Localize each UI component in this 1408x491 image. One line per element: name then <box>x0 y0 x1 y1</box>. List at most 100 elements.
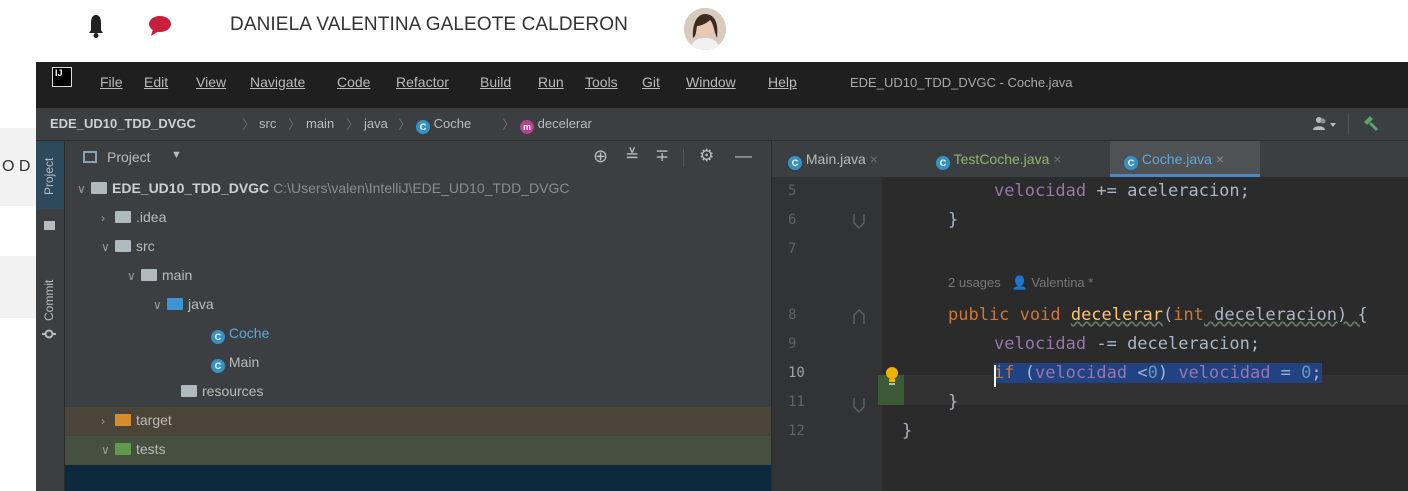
menu-file[interactable]: File <box>100 74 123 90</box>
code-token: if <box>994 363 1015 383</box>
user-name[interactable]: DANIELA VALENTINA GALEOTE CALDERON <box>230 14 628 36</box>
code-line-6: } <box>948 210 959 230</box>
bell-icon[interactable] <box>88 13 104 39</box>
menu-navigate[interactable]: Navigate <box>250 74 305 90</box>
chat-icon[interactable] <box>148 15 172 37</box>
tool-tab-project[interactable]: Project <box>42 158 56 195</box>
code-token: = <box>1270 363 1302 383</box>
breadcrumb-class[interactable]: C Coche <box>416 116 471 134</box>
person-icon: 👤 <box>1011 275 1028 290</box>
window-title: EDE_UD10_TDD_DVGC - Coche.java <box>850 75 1073 90</box>
code-token: ( <box>1014 363 1035 383</box>
tab-main-java[interactable]: C Main.java × <box>772 141 920 177</box>
expand-all-icon[interactable]: ≚ <box>625 146 639 166</box>
folder-icon <box>115 211 131 223</box>
tree-row-target[interactable]: › target <box>65 407 771 436</box>
tree-row-java[interactable]: ∨ java <box>65 291 771 320</box>
code-token: -= deceleracion; <box>1086 334 1261 354</box>
menu-window[interactable]: Window <box>686 74 736 90</box>
menu-run[interactable]: Run <box>538 74 564 90</box>
breadcrumb-separator: 〉 <box>242 117 256 132</box>
code-token: += aceleracion; <box>1086 181 1250 201</box>
tree-row-project[interactable]: ∨ EDE_UD10_TDD_DVGC C:\Users\valen\Intell… <box>65 175 771 204</box>
tab-coche-java[interactable]: C Coche.java × <box>1110 141 1260 177</box>
menu-git[interactable]: Git <box>642 74 660 90</box>
code-token: < <box>1127 363 1148 383</box>
line-number: 9 <box>788 336 797 352</box>
tree-row-selected[interactable] <box>65 465 771 491</box>
class-icon: C <box>1124 156 1138 170</box>
menu-edit[interactable]: Edit <box>144 74 168 90</box>
locate-icon[interactable]: ⊕ <box>593 146 608 167</box>
commit-icon <box>42 329 56 339</box>
code-token: deceleracion) { <box>1203 305 1368 325</box>
breadcrumb-separator: 〉 <box>288 117 302 132</box>
line-number: 12 <box>788 423 805 439</box>
gear-icon[interactable]: ⚙ <box>699 146 714 166</box>
code-token: public void <box>948 305 1071 325</box>
chevron-down-icon[interactable]: ∨ <box>153 298 167 312</box>
breadcrumb-method[interactable]: m decelerar <box>520 116 592 134</box>
menu-bar: IJ File Edit View Navigate Code Refactor… <box>36 62 1408 108</box>
tree-row-resources[interactable]: resources <box>65 378 771 407</box>
tab-coche-java-label: Coche.java <box>1141 151 1212 167</box>
breadcrumb-project[interactable]: EDE_UD10_TDD_DVGC <box>50 116 196 131</box>
toolbar-divider <box>1348 114 1349 134</box>
tree-row-main[interactable]: ∨ main <box>65 262 771 291</box>
tab-testcoche-java[interactable]: C TestCoche.java × <box>920 141 1110 177</box>
tree-target-label: target <box>136 412 172 428</box>
page-side-panel <box>0 256 36 318</box>
chevron-down-icon[interactable]: ∨ <box>77 182 91 196</box>
user-dropdown-icon[interactable] <box>1312 116 1340 132</box>
close-icon[interactable]: × <box>870 151 878 167</box>
folder-icon <box>141 269 157 281</box>
usage-hint[interactable]: 2 usages 👤 Valentina * <box>948 275 1093 291</box>
avatar[interactable] <box>684 8 726 50</box>
line-number: 8 <box>788 307 797 323</box>
build-hammer-icon[interactable] <box>1360 114 1380 134</box>
tree-row-src[interactable]: ∨ src <box>65 233 771 262</box>
menu-build[interactable]: Build <box>480 74 511 90</box>
fold-icon[interactable] <box>852 213 866 229</box>
breadcrumb-src[interactable]: src <box>259 116 276 131</box>
close-icon[interactable]: × <box>1216 151 1224 167</box>
code-editor[interactable]: C Main.java × C TestCoche.java × C Coche… <box>772 141 1408 491</box>
tree-row-main-class[interactable]: C Main <box>65 349 771 378</box>
folder-icon <box>115 240 131 252</box>
minimize-icon[interactable]: — <box>735 146 752 166</box>
tree-tests-label: tests <box>136 441 166 457</box>
chevron-down-icon[interactable]: ∨ <box>127 269 141 283</box>
menu-view[interactable]: View <box>196 74 226 90</box>
collapse-all-icon[interactable]: ∓ <box>655 146 669 166</box>
folder-icon <box>44 221 55 230</box>
line-number: 11 <box>788 394 805 410</box>
breadcrumb-main[interactable]: main <box>306 116 334 131</box>
test-class-icon: C <box>936 156 950 170</box>
menu-code[interactable]: Code <box>337 74 370 90</box>
breadcrumb-method-label: decelerar <box>537 116 592 131</box>
tree-row-coche[interactable]: C Coche <box>65 320 771 349</box>
tree-row-idea[interactable]: › .idea <box>65 204 771 233</box>
chevron-right-icon[interactable]: › <box>101 211 115 225</box>
code-line-9: velocidad -= deceleracion; <box>994 334 1260 354</box>
chevron-down-icon[interactable]: ▼ <box>171 149 182 161</box>
menu-help[interactable]: Help <box>768 74 797 90</box>
tool-tab-commit[interactable]: Commit <box>42 280 56 321</box>
breadcrumb: EDE_UD10_TDD_DVGC 〉 src 〉 main 〉 java 〉 … <box>36 108 1408 141</box>
tree-row-tests[interactable]: ∨ tests <box>65 436 771 465</box>
menu-tools[interactable]: Tools <box>585 74 618 90</box>
chevron-right-icon[interactable]: › <box>101 414 115 428</box>
breadcrumb-java[interactable]: java <box>364 116 388 131</box>
menu-refactor[interactable]: Refactor <box>396 74 449 90</box>
fold-icon[interactable] <box>852 309 866 325</box>
tree-java-label: java <box>188 296 214 312</box>
tree-project-label: EDE_UD10_TDD_DVGC <box>112 180 270 196</box>
lightbulb-icon[interactable] <box>878 363 906 391</box>
breadcrumb-separator: 〉 <box>346 117 360 132</box>
chevron-down-icon[interactable]: ∨ <box>101 240 115 254</box>
project-panel-title[interactable]: Project <box>107 149 151 165</box>
chevron-down-icon[interactable]: ∨ <box>101 443 115 457</box>
close-icon[interactable]: × <box>1053 151 1061 167</box>
tree-coche-label: Coche <box>228 325 270 341</box>
fold-icon[interactable] <box>852 397 866 413</box>
